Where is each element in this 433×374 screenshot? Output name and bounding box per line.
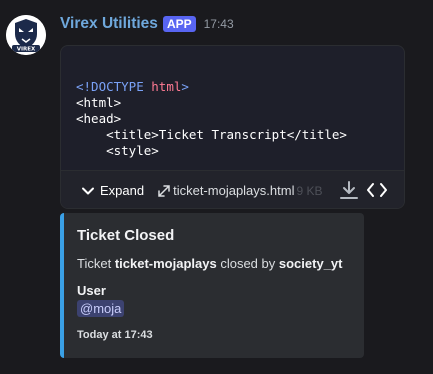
code-token: html [151, 79, 182, 94]
code-line-4: <title>Ticket Transcript</title> [106, 127, 347, 142]
view-code-button[interactable] [366, 180, 388, 203]
file-link[interactable]: ticket-mojaplays.html 9 KB [158, 183, 322, 198]
ticket-name: ticket-mojaplays [114, 256, 217, 271]
code-line-5: <style> [106, 143, 159, 158]
desc-text: Ticket [77, 256, 112, 271]
embed-footer-timestamp: Today at 17:43 [77, 329, 153, 341]
file-attachment: <!DOCTYPE html> <html> <head> <title>Tic… [60, 45, 405, 209]
desc-text: closed by [220, 256, 276, 271]
expand-button[interactable]: Expand [81, 183, 144, 198]
chevron-down-icon [82, 187, 94, 194]
code-line-1: <!DOCTYPE html> [76, 79, 189, 94]
code-token: > [181, 79, 189, 94]
avatar-text: VIREX [17, 47, 36, 53]
file-name[interactable]: ticket-mojaplays.html [173, 183, 294, 198]
virex-logo-icon: VIREX [6, 15, 46, 55]
file-size: 9 KB [296, 183, 323, 198]
message-header: Virex Utilities APP 17:43 [60, 13, 234, 35]
closer-name: society_yt [278, 256, 343, 271]
bot-message: VIREX Virex Utilities APP 17:43 <!DOCTYP… [0, 0, 433, 374]
code-token: </title> [286, 127, 347, 142]
download-icon [340, 181, 358, 199]
code-token: <title> [106, 127, 159, 142]
download-button[interactable] [339, 180, 359, 203]
embed-description: Ticket ticket-mojaplays closed by societ… [77, 256, 342, 271]
code-token: Ticket Transcript [158, 127, 287, 142]
expand-label: Expand [100, 183, 145, 198]
code-icon [367, 183, 387, 197]
code-line-2: <html> [76, 95, 122, 110]
ticket-closed-embed: Ticket Closed Ticket ticket-mojaplays cl… [60, 213, 364, 358]
attachment-footer: Expand ticket-mojaplays.html 9 KB [61, 170, 404, 208]
code-line-3: <head> [76, 111, 122, 126]
expand-arrows-icon [158, 184, 170, 197]
embed-field-name: User [77, 283, 106, 298]
user-mention[interactable]: @moja [77, 300, 125, 317]
code-preview: <!DOCTYPE html> <html> <head> <title>Tic… [76, 79, 347, 159]
author-name[interactable]: Virex Utilities [60, 15, 158, 33]
embed-title: Ticket Closed [77, 227, 175, 244]
bot-avatar[interactable]: VIREX [6, 15, 46, 55]
code-token: <!DOCTYPE [76, 79, 144, 94]
app-badge: APP [162, 16, 196, 32]
message-timestamp[interactable]: 17:43 [204, 17, 234, 31]
